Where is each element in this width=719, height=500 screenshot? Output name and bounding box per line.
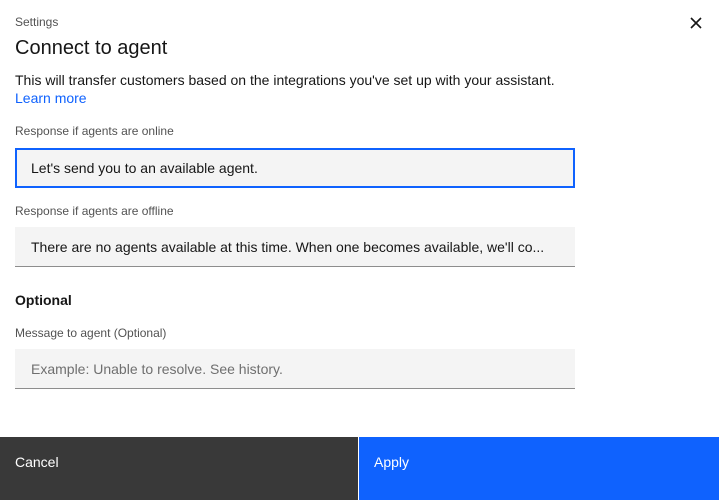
modal-label: Settings: [15, 15, 59, 29]
online-response-input[interactable]: [15, 148, 575, 188]
offline-response-label: Response if agents are offline: [15, 204, 174, 218]
apply-button-label: Apply: [374, 454, 410, 470]
description-text: This will transfer customers based on th…: [15, 72, 555, 88]
cancel-button-label: Cancel: [15, 454, 59, 470]
offline-response-input[interactable]: [15, 227, 575, 267]
agent-message-label: Message to agent (Optional): [15, 326, 167, 340]
apply-button[interactable]: Apply: [359, 437, 719, 500]
online-response-label: Response if agents are online: [15, 124, 174, 138]
learn-more-link[interactable]: Learn more: [15, 90, 87, 106]
cancel-button[interactable]: Cancel: [0, 437, 358, 500]
modal-description: This will transfer customers based on th…: [15, 71, 555, 107]
modal-title: Connect to agent: [15, 37, 168, 59]
close-icon: [690, 17, 702, 29]
agent-message-input[interactable]: [15, 349, 575, 389]
optional-heading: Optional: [15, 292, 72, 308]
close-button[interactable]: [687, 14, 705, 32]
